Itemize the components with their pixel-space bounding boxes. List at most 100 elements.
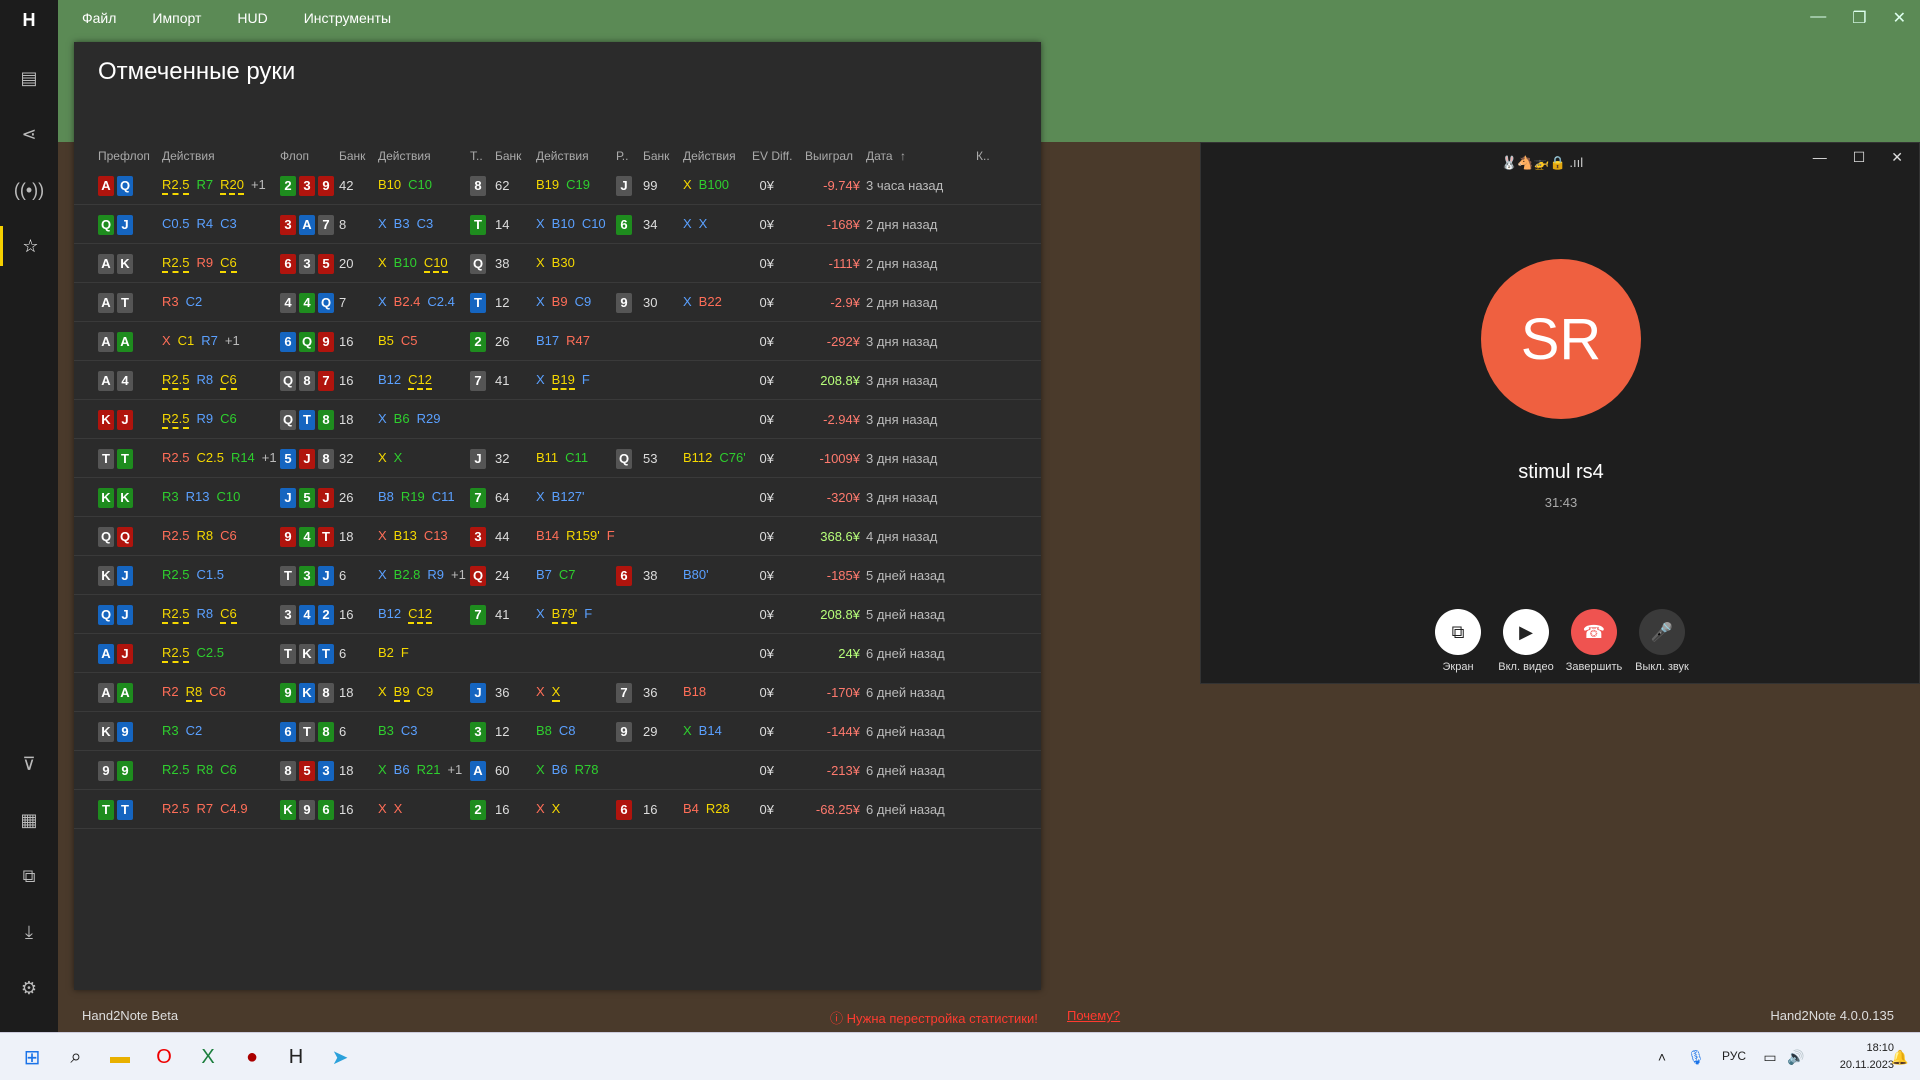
card: 6 bbox=[318, 799, 334, 820]
action: C6 bbox=[220, 372, 237, 390]
mute-button[interactable]: 🎤 bbox=[1639, 609, 1685, 655]
col-date[interactable]: Дата bbox=[866, 149, 893, 163]
menu-tools[interactable]: Инструменты bbox=[304, 10, 391, 26]
action: X bbox=[536, 371, 545, 387]
download-icon[interactable]: ⤓ bbox=[0, 912, 58, 952]
end-call-button[interactable]: ☎ bbox=[1571, 609, 1617, 655]
screen-share-button[interactable]: ⧉ bbox=[1435, 609, 1481, 655]
clock-date[interactable]: 20.11.2023 bbox=[1814, 1059, 1894, 1071]
share-icon[interactable]: ⋖ bbox=[0, 114, 58, 154]
table-row[interactable]: A A X C1 R7 +1 6 Q 9 16 B5 C5 2 26 B17 R47 0¥ -292¥ 3 дня … bbox=[74, 322, 1041, 361]
card: 7 bbox=[616, 682, 632, 703]
menu-file[interactable]: Файл bbox=[82, 10, 116, 26]
explorer-icon[interactable]: ▬ bbox=[104, 1041, 136, 1073]
language-indicator[interactable]: РУС bbox=[1722, 1049, 1746, 1063]
start-icon[interactable]: ⊞ bbox=[16, 1041, 48, 1073]
table-row[interactable]: A A R2 R8 C6 9 K 8 18 X B9 C9 J 36 X X 7 36 B18 0¥ -170¥ 6 дн… bbox=[74, 673, 1041, 712]
table-row[interactable]: 9 9 R2.5 R8 C6 8 5 3 18 X B6 R21 +1 A 60 X B6 R78 0¥ -213¥ 6… bbox=[74, 751, 1041, 790]
board-cards: T bbox=[470, 283, 486, 322]
table-row[interactable]: Q Q R2.5 R8 C6 9 4 T 18 X B13 C13 3 44 B14 R159' F 0¥ 368.… bbox=[74, 517, 1041, 556]
layout-icon[interactable]: ▦ bbox=[0, 800, 58, 840]
board-cards: 2 bbox=[470, 790, 486, 829]
sort-asc-icon[interactable]: ↑ bbox=[900, 149, 906, 163]
why-link[interactable]: Почему? bbox=[1067, 1008, 1120, 1023]
col-turn[interactable]: Т.. bbox=[470, 149, 483, 163]
card: 4 bbox=[299, 526, 315, 547]
won-amount: -1009¥ bbox=[819, 451, 860, 466]
action: X bbox=[536, 488, 545, 504]
telegram-icon[interactable]: ➤ bbox=[324, 1041, 356, 1073]
table-row[interactable]: Q J R2.5 R8 C6 3 4 2 16 B12 C12 7 41 X B79' F 0¥ 208.8¥ 5 … bbox=[74, 595, 1041, 634]
table-row[interactable]: A T R3 C2 4 4 Q 7 X B2.4 C2.4 T 12 X B9 C9 9 30 X B22 0¥ -2.9… bbox=[74, 283, 1041, 322]
notification-icon[interactable]: 🔔 bbox=[1884, 1041, 1916, 1073]
col-river-pot[interactable]: Банк bbox=[643, 149, 669, 163]
table-row[interactable]: Q J C0.5 R4 C3 3 A 7 8 X B3 C3 T 14 X B10 C10 6 34 X X 0¥ -168… bbox=[74, 205, 1041, 244]
filter-icon[interactable]: ⊽ bbox=[0, 744, 58, 784]
card: A bbox=[98, 292, 114, 313]
excel-icon[interactable]: X bbox=[192, 1041, 224, 1073]
table-row[interactable]: K K R3 R13 C10 J 5 J 26 B8 R19 C11 7 64 X B127' 0¥ -320¥ 3… bbox=[74, 478, 1041, 517]
reports-icon[interactable]: ▤ bbox=[0, 58, 58, 98]
close-icon[interactable]: ✕ bbox=[1893, 8, 1906, 28]
close-icon[interactable]: ✕ bbox=[1891, 149, 1903, 166]
ev-diff: 0¥ bbox=[759, 217, 774, 232]
volume-icon[interactable]: 🔊 bbox=[1780, 1041, 1812, 1073]
col-preflop-actions[interactable]: Действия bbox=[162, 149, 215, 163]
marked-hands-icon[interactable]: ☆ bbox=[0, 226, 58, 266]
app-logo[interactable]: H bbox=[0, 0, 58, 40]
hand2note-icon[interactable]: H bbox=[280, 1041, 312, 1073]
card: A bbox=[117, 682, 133, 703]
maximize-icon[interactable]: ☐ bbox=[1853, 149, 1866, 166]
col-preflop[interactable]: Префлоп bbox=[98, 149, 150, 163]
col-turn-actions[interactable]: Действия bbox=[536, 149, 589, 163]
hand-date: 2 дня назад bbox=[866, 295, 938, 310]
card: 6 bbox=[280, 331, 296, 352]
restore-icon[interactable]: ❐ bbox=[1852, 8, 1866, 28]
action-sequence: X B100 bbox=[683, 166, 733, 205]
action: C9 bbox=[416, 683, 434, 699]
menu-hud[interactable]: HUD bbox=[237, 10, 267, 26]
minimize-icon[interactable]: — bbox=[1813, 149, 1827, 166]
table-row[interactable]: A K R2.5 R9 C6 6 3 5 20 X B10 C10 Q 38 X B30 0¥ -111¥ 2 дн… bbox=[74, 244, 1041, 283]
col-turn-pot[interactable]: Банк bbox=[495, 149, 521, 163]
opera-icon[interactable]: O bbox=[148, 1041, 180, 1073]
col-river-actions[interactable]: Действия bbox=[683, 149, 736, 163]
menu-import[interactable]: Импорт bbox=[152, 10, 201, 26]
col-flop-pot[interactable]: Банк bbox=[339, 149, 365, 163]
action: R2.5 bbox=[162, 800, 190, 816]
table-row[interactable]: A 4 R2.5 R8 C6 Q 8 7 16 B12 C12 7 41 X B19 F 0¥ 208.8¥ 3 д… bbox=[74, 361, 1041, 400]
minimize-icon[interactable]: — bbox=[1810, 8, 1826, 28]
card: T bbox=[117, 292, 133, 313]
action-sequence: B8 R19 C11 bbox=[378, 478, 459, 517]
tray-chevron-icon[interactable]: ˄ bbox=[1646, 1041, 1678, 1073]
col-ev-diff[interactable]: EV Diff. bbox=[752, 149, 792, 163]
settings-icon[interactable]: ⚙ bbox=[0, 968, 58, 1008]
action: R29 bbox=[416, 410, 441, 426]
broadcast-icon[interactable]: ((•)) bbox=[0, 170, 58, 210]
col-k[interactable]: К.. bbox=[976, 149, 990, 163]
table-row[interactable]: A J R2.5 C2.5 T K T 6 B2 F 0¥ 24¥ 6 дней назад bbox=[74, 634, 1041, 673]
windows-icon[interactable]: ⧉ bbox=[0, 856, 58, 896]
col-flop-actions[interactable]: Действия bbox=[378, 149, 431, 163]
mic-tray-icon[interactable]: 🎙 bbox=[1680, 1041, 1712, 1073]
search-icon[interactable]: ⌕ bbox=[60, 1041, 92, 1073]
table-row[interactable]: T T R2.5 R7 C4.9 K 9 6 16 X X 2 16 X X 6 16 B4 R28 0¥ -68.25… bbox=[74, 790, 1041, 829]
card: K bbox=[98, 487, 114, 508]
hand-date: 5 дней назад bbox=[866, 607, 945, 622]
flop-pot: 26 bbox=[339, 490, 354, 505]
action: +1 bbox=[447, 761, 463, 777]
col-flop[interactable]: Флоп bbox=[280, 149, 309, 163]
table-row[interactable]: A Q R2.5 R7 R20 +1 2 3 9 42 B10 C10 8 62 B19 C19 J 99 X B10… bbox=[74, 166, 1041, 205]
card: 8 bbox=[318, 721, 334, 742]
card: 3 bbox=[280, 214, 296, 235]
table-row[interactable]: K J R2.5 R9 C6 Q T 8 18 X B6 R29 0¥ -2.94¥ 3 дня назад bbox=[74, 400, 1041, 439]
poker-client-icon[interactable]: ● bbox=[236, 1041, 268, 1073]
video-button[interactable]: ▶ bbox=[1503, 609, 1549, 655]
action: R7 bbox=[196, 800, 214, 816]
table-row[interactable]: K J R2.5 C1.5 T 3 J 6 X B2.8 R9 +1 Q 24 B7 C7 6 38 B80' 0¥ -… bbox=[74, 556, 1041, 595]
table-row[interactable]: K 9 R3 C2 6 T 8 6 B3 C3 3 12 B8 C8 9 29 X B14 0¥ -144¥ 6 дне… bbox=[74, 712, 1041, 751]
col-won[interactable]: Выиграл bbox=[805, 149, 853, 163]
col-river[interactable]: Р.. bbox=[616, 149, 628, 163]
clock-time[interactable]: 18:10 bbox=[1814, 1042, 1894, 1054]
table-row[interactable]: T T R2.5 C2.5 R14 +1 5 J 8 32 X X J 32 B11 C11 Q 53 B112 C7… bbox=[74, 439, 1041, 478]
